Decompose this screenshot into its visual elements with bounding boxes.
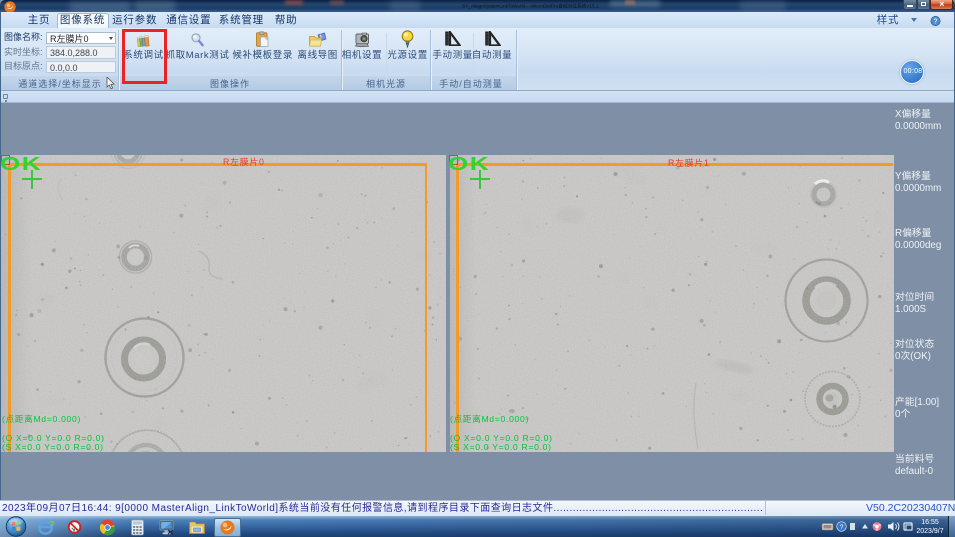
svg-text:?: ? (840, 524, 844, 531)
svg-text:?: ? (934, 18, 938, 25)
